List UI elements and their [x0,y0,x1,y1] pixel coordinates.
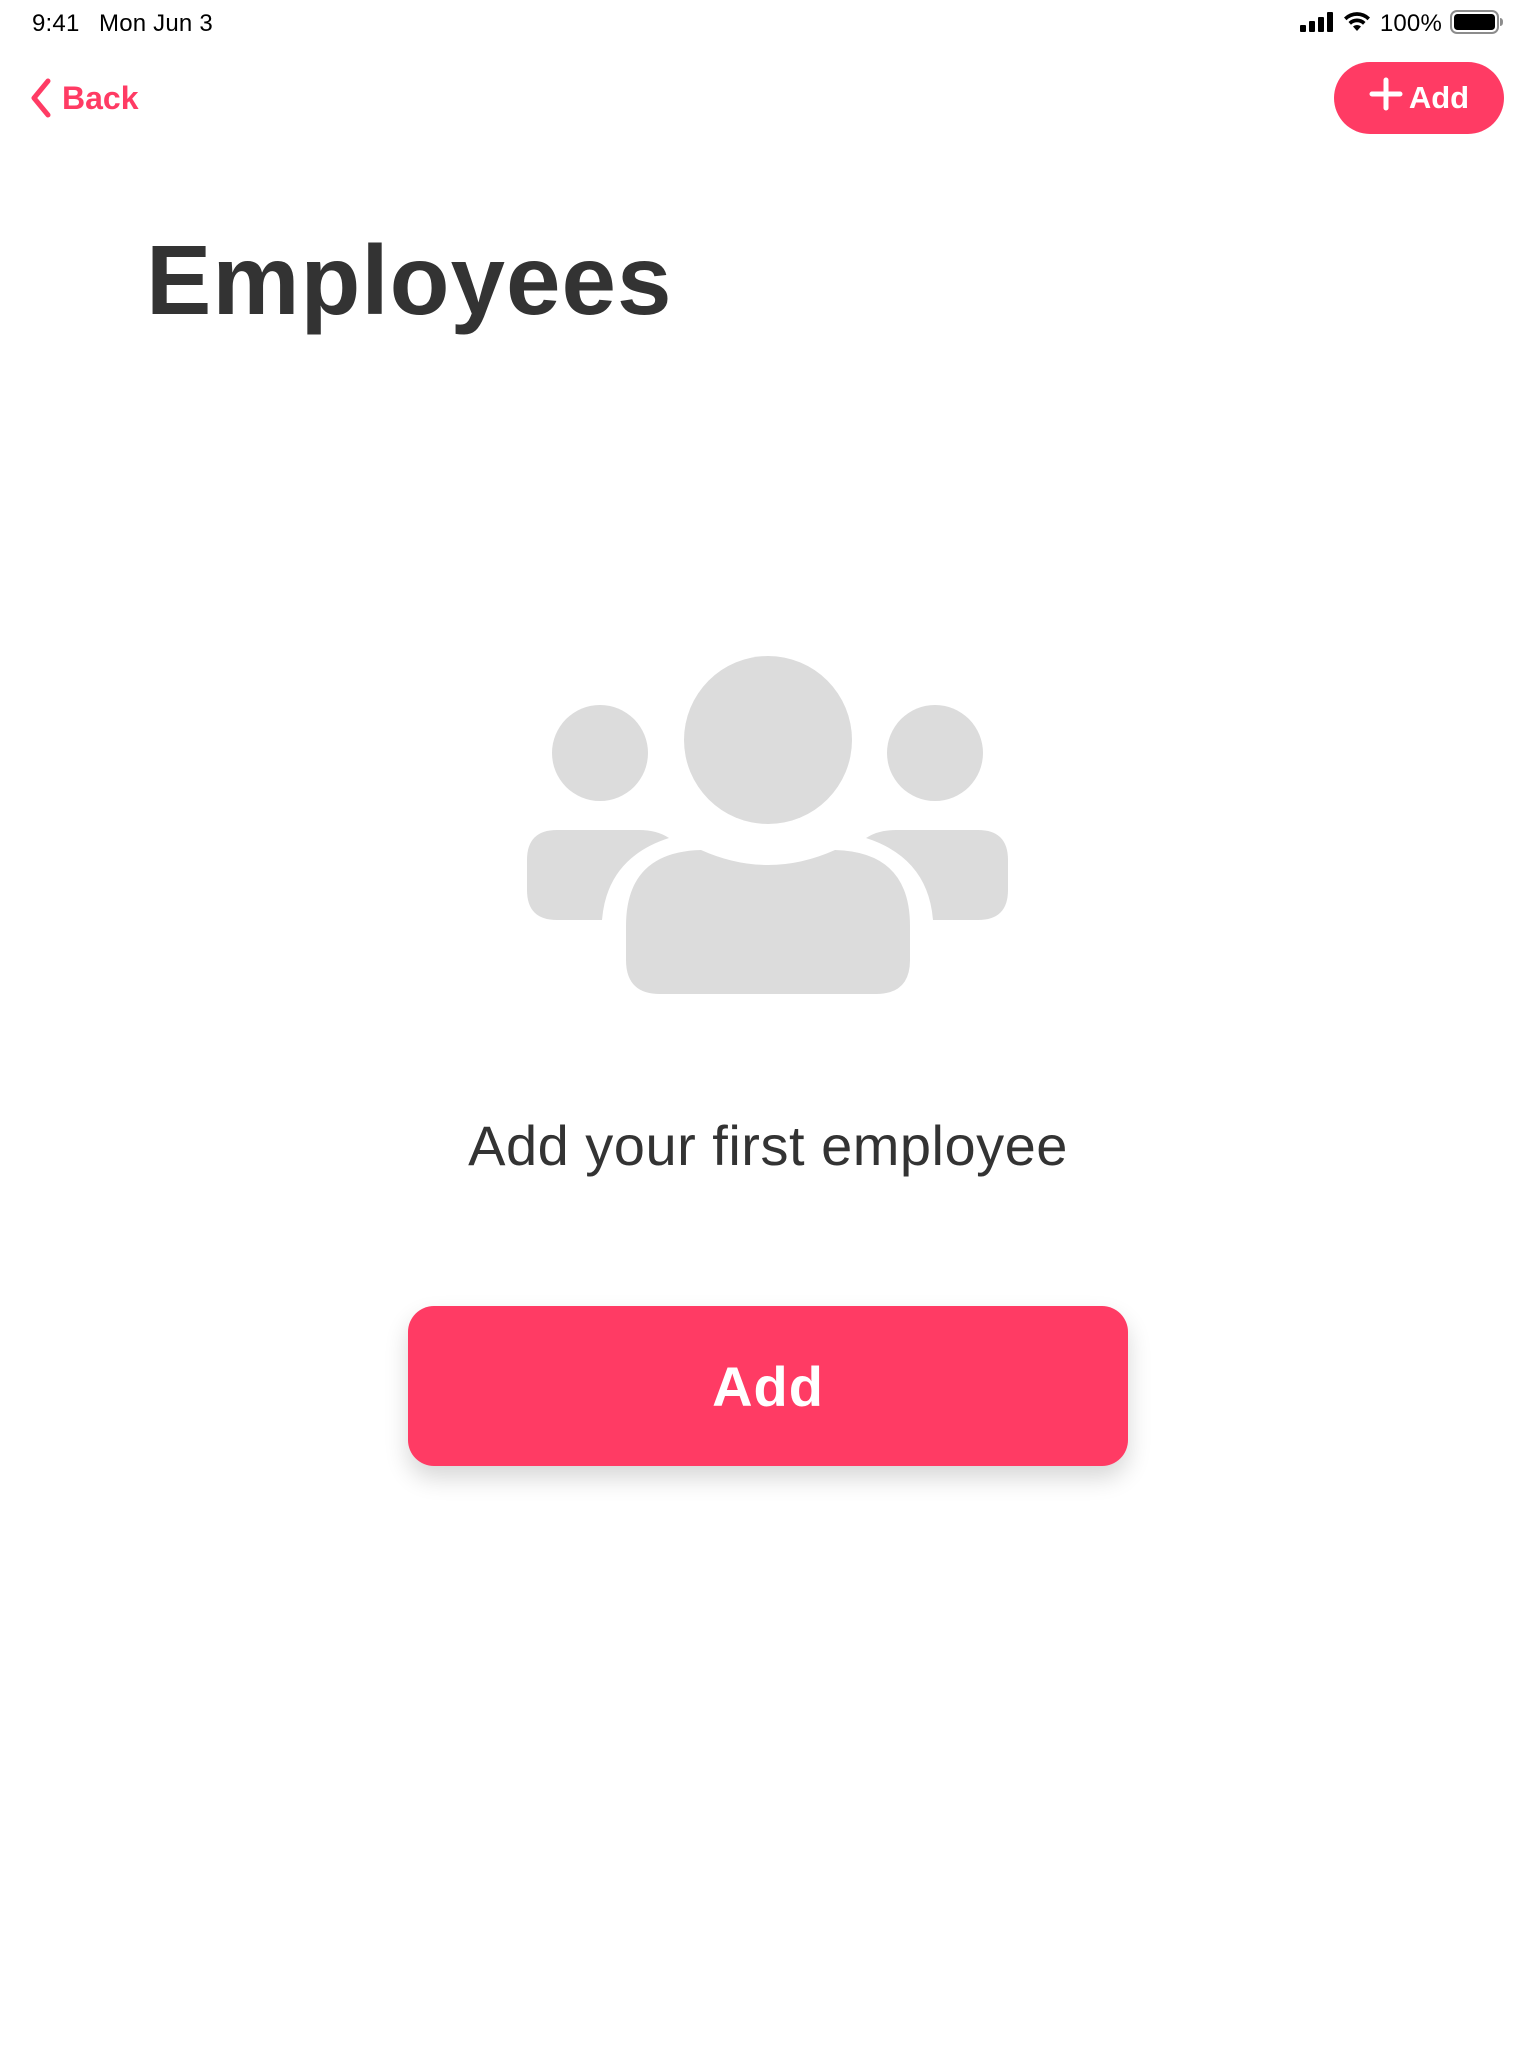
empty-state-message: Add your first employee [468,1114,1068,1177]
back-label: Back [62,79,139,116]
plus-icon [1369,77,1403,119]
status-time: 9:41 [32,10,80,37]
battery-percent: 100% [1379,10,1442,37]
status-bar: 9:41 Mon Jun 3 100% [0,0,1536,48]
back-button[interactable]: Back [30,76,139,120]
chevron-left-icon [30,78,52,118]
add-employee-button[interactable]: Add [1334,62,1504,134]
wifi-icon [1342,11,1372,38]
status-date: Mon Jun 3 [99,10,213,37]
add-button-label: Add [1408,80,1470,115]
add-first-employee-button[interactable]: Add [408,1306,1128,1466]
page-title: Employees [146,225,673,335]
people-group-icon [527,654,1008,994]
battery-icon [1450,9,1504,39]
cellular-signal-icon [1299,11,1334,37]
status-indicators: 100% [1299,9,1504,39]
